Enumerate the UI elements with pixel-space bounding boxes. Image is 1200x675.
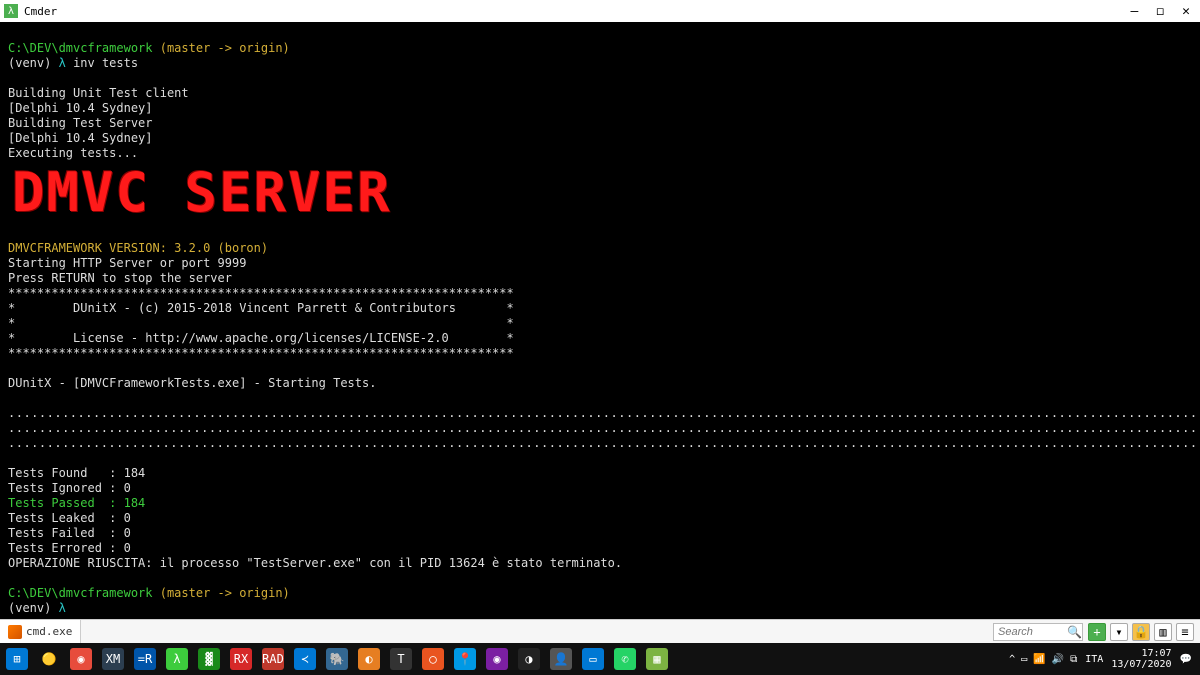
progress-dots: ........................................… [8, 406, 1200, 420]
prompt-branch: (master -> origin) [160, 41, 290, 55]
layout-button[interactable]: ▥ [1154, 623, 1172, 641]
divider-line: * * [8, 316, 514, 330]
windows-taskbar: ⊞ 🟡 ◉ XM =R λ ▓ RX RAD ≺ 🐘 ◐ T ◯ 📍 ◉ ◑ 👤… [0, 643, 1200, 675]
app-icon[interactable]: ◉ [486, 648, 508, 670]
prompt-path: C:\DEV\dmvcframework [8, 41, 153, 55]
new-tab-button[interactable]: + [1088, 623, 1106, 641]
app-icon[interactable]: 👤 [550, 648, 572, 670]
build-line: [Delphi 10.4 Sydney] [8, 101, 153, 115]
tests-leaked: Tests Leaked : 0 [8, 511, 131, 525]
tests-errored: Tests Errored : 0 [8, 541, 131, 555]
system-tray[interactable]: ^ ▭ 📶 🔊 ⧉ [1009, 654, 1077, 665]
progress-dots: ........................................… [8, 421, 1200, 435]
license-line: * License - http://www.apache.org/licens… [8, 331, 514, 345]
prompt-venv: (venv) [8, 56, 51, 70]
app-icon[interactable]: ▓ [198, 648, 220, 670]
prompt-lambda: λ [59, 601, 66, 615]
operation-result: OPERAZIONE RIUSCITA: il processo "TestSe… [8, 556, 622, 570]
close-button[interactable]: ✕ [1182, 4, 1190, 19]
cmder-statusbar: cmd.exe 🔍 + ▾ 🔒 ▥ ≡ [0, 619, 1200, 643]
search-box: 🔍 [993, 623, 1082, 641]
volume-icon[interactable]: 🔊 [1052, 654, 1064, 665]
app-icon: λ [4, 4, 18, 18]
app-icon[interactable]: ◐ [358, 648, 380, 670]
postgres-icon[interactable]: 🐘 [326, 648, 348, 670]
dropbox-icon[interactable]: ⧉ [1070, 654, 1077, 665]
divider-line: ****************************************… [8, 286, 514, 300]
cmd-icon [8, 625, 22, 639]
tests-failed: Tests Failed : 0 [8, 526, 131, 540]
menu-button[interactable]: ≡ [1176, 623, 1194, 641]
dropdown-button[interactable]: ▾ [1110, 623, 1128, 641]
app-icon[interactable]: ▭ [582, 648, 604, 670]
minimize-button[interactable]: — [1131, 4, 1139, 19]
app-icon[interactable]: ◑ [518, 648, 540, 670]
tray-chevron-icon[interactable]: ^ [1009, 654, 1015, 665]
vscode-icon[interactable]: ≺ [294, 648, 316, 670]
typed-command: inv tests [73, 56, 138, 70]
tests-passed: Tests Passed : 184 [8, 496, 145, 510]
tests-found: Tests Found : 184 [8, 466, 145, 480]
console-tab[interactable]: cmd.exe [0, 620, 81, 643]
app-icon[interactable]: XM [102, 648, 124, 670]
prompt-path: C:\DEV\dmvcframework [8, 586, 153, 600]
terminal-output[interactable]: C:\DEV\dmvcframework (master -> origin) … [0, 22, 1200, 619]
server-line: Press RETURN to stop the server [8, 271, 232, 285]
build-line: Building Test Server [8, 116, 153, 130]
clock-date: 13/07/2020 [1111, 659, 1171, 670]
cmder-icon[interactable]: λ [166, 648, 188, 670]
prompt-venv: (venv) [8, 601, 51, 615]
whatsapp-icon[interactable]: ✆ [614, 648, 636, 670]
tests-ignored: Tests Ignored : 0 [8, 481, 131, 495]
version-line: DMVCFRAMEWORK VERSION: 3.2.0 (boron) [8, 241, 268, 255]
prompt-lambda: λ [59, 56, 66, 70]
app-icon[interactable]: =R [134, 648, 156, 670]
maximize-button[interactable]: ◻ [1156, 4, 1164, 19]
build-line: [Delphi 10.4 Sydney] [8, 131, 153, 145]
ascii-banner: DMVC SERVER [8, 161, 1192, 226]
app-icon[interactable]: ◉ [70, 648, 92, 670]
language-indicator[interactable]: ITA [1085, 654, 1103, 665]
rx-icon[interactable]: RX [230, 648, 252, 670]
progress-dots: ........................................… [8, 436, 1200, 450]
rad-icon[interactable]: RAD [262, 648, 284, 670]
window-title: Cmder [24, 5, 1131, 18]
wifi-icon[interactable]: 📶 [1033, 654, 1045, 665]
tab-label: cmd.exe [26, 625, 72, 638]
notifications-icon[interactable]: 💬 [1180, 654, 1192, 665]
chrome-icon[interactable]: 🟡 [38, 648, 60, 670]
dunit-copyright: * DUnitX - (c) 2015-2018 Vincent Parrett… [8, 301, 514, 315]
divider-line: ****************************************… [8, 346, 514, 360]
lock-button[interactable]: 🔒 [1132, 623, 1150, 641]
server-line: Starting HTTP Server or port 9999 [8, 256, 246, 270]
search-input[interactable] [993, 623, 1083, 641]
app-icon[interactable]: 📍 [454, 648, 476, 670]
prompt-branch: (master -> origin) [160, 586, 290, 600]
starting-tests-line: DUnitX - [DMVCFrameworkTests.exe] - Star… [8, 376, 376, 390]
clock-time: 17:07 [1141, 648, 1171, 659]
build-line: Executing tests... [8, 146, 138, 160]
build-line: Building Unit Test client [8, 86, 189, 100]
window-titlebar: λ Cmder — ◻ ✕ [0, 0, 1200, 22]
battery-icon[interactable]: ▭ [1021, 654, 1027, 665]
start-button[interactable]: ⊞ [6, 648, 28, 670]
clock[interactable]: 17:07 13/07/2020 [1111, 648, 1171, 670]
typora-icon[interactable]: T [390, 648, 412, 670]
app-icon[interactable]: ▦ [646, 648, 668, 670]
ubuntu-icon[interactable]: ◯ [422, 648, 444, 670]
